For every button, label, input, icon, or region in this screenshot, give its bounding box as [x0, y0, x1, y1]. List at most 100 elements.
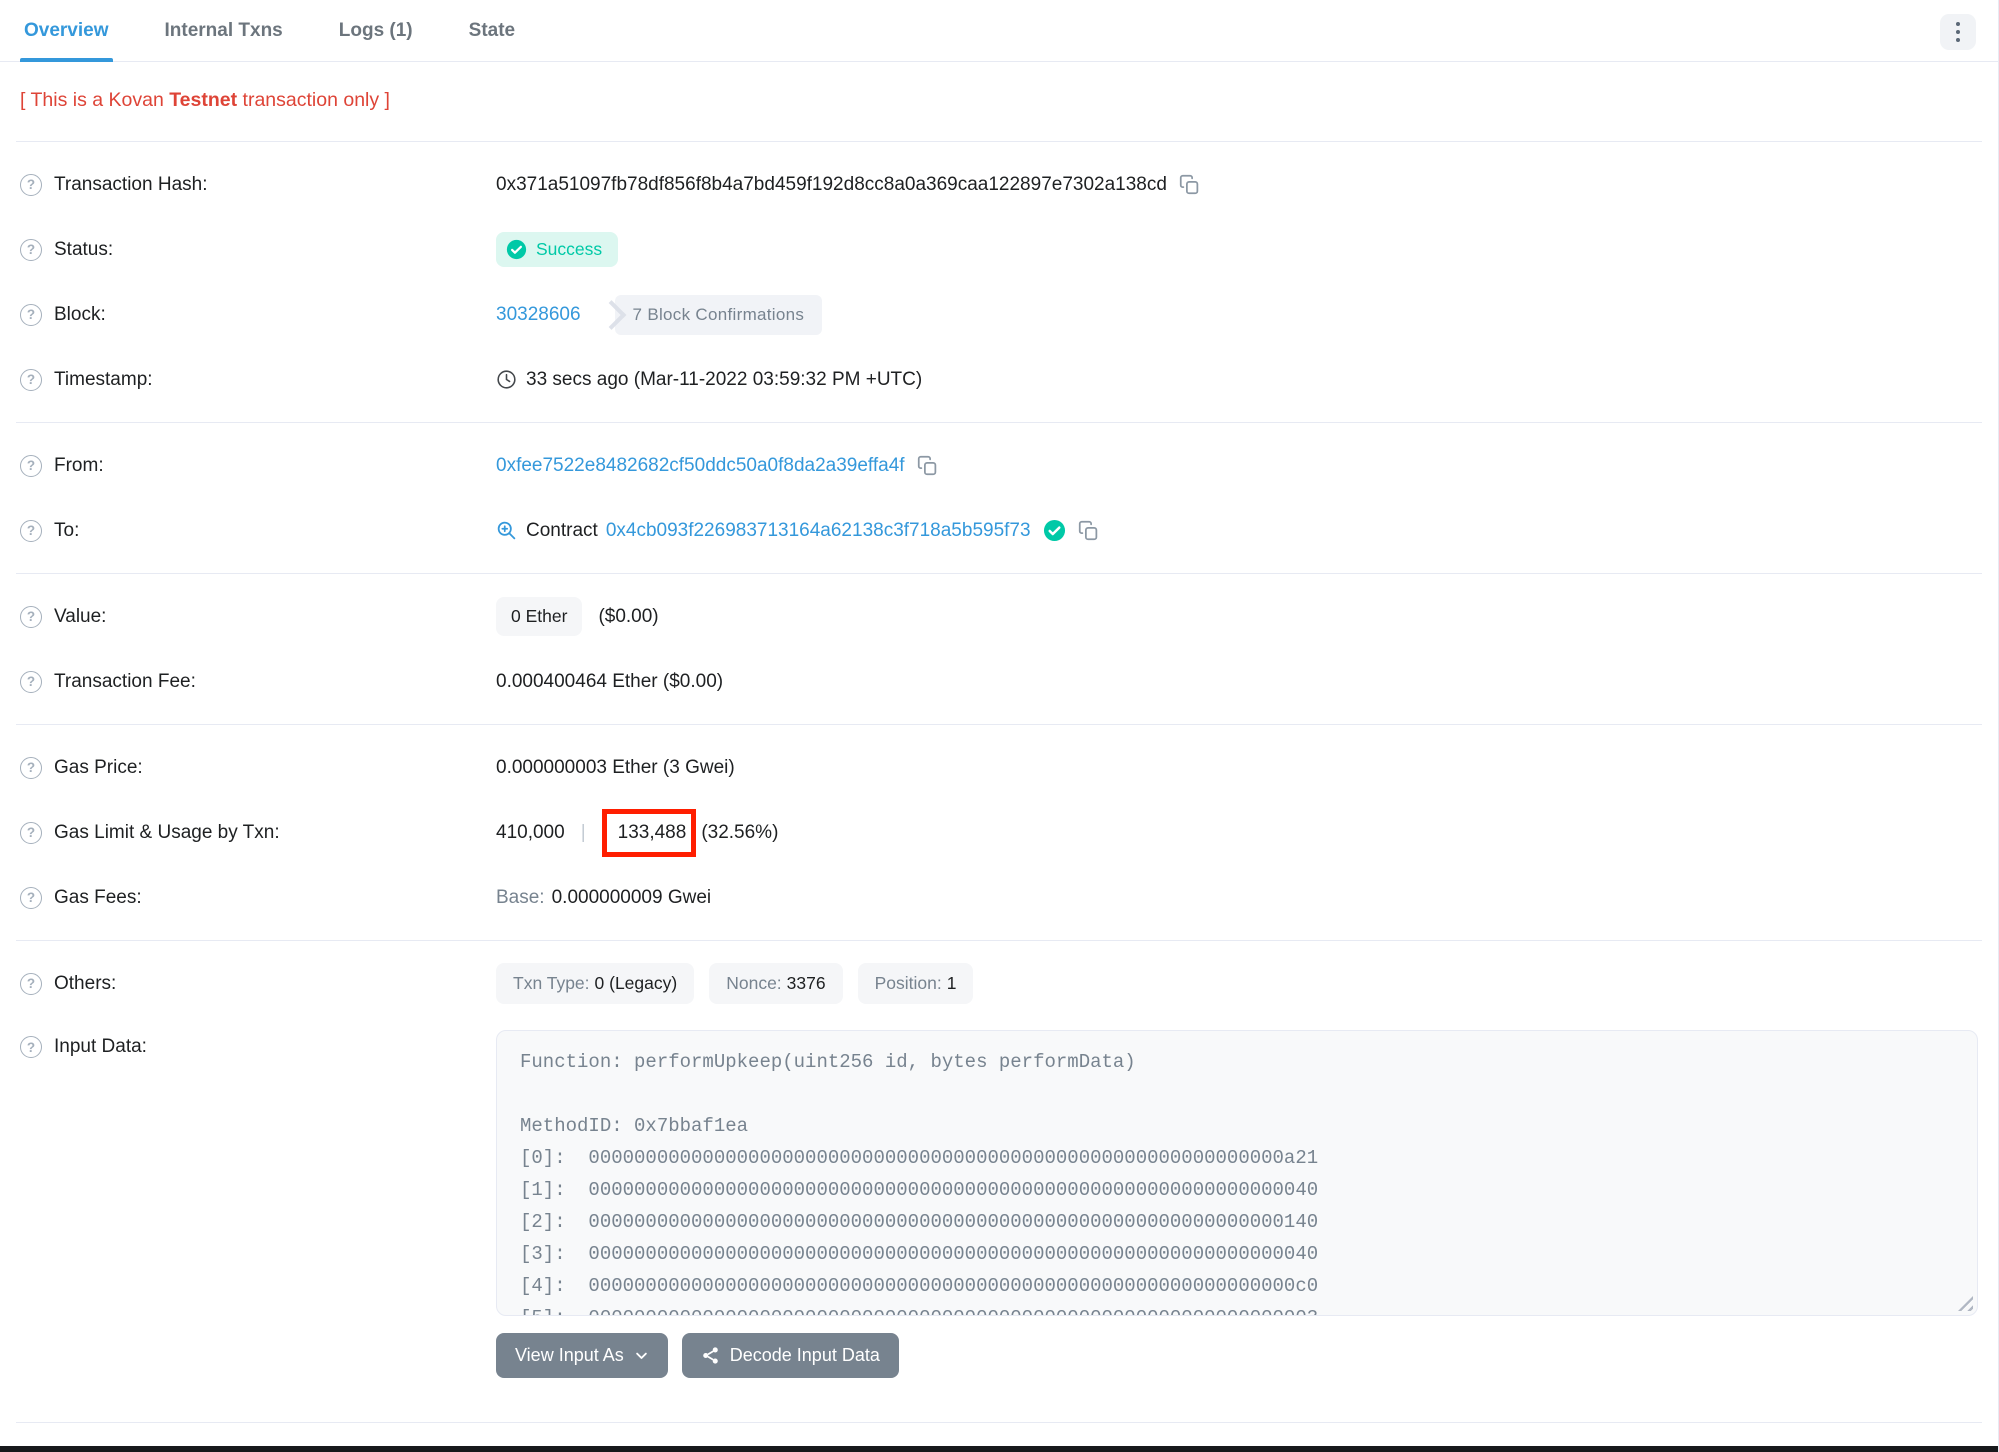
- help-icon[interactable]: ?: [20, 454, 42, 477]
- gas-limit-value: 410,000: [496, 821, 565, 843]
- tab-bar: Overview Internal Txns Logs (1) State: [0, 0, 1998, 62]
- label-text: Status:: [54, 238, 114, 260]
- block-confirmations-badge: 7 Block Confirmations: [614, 294, 823, 335]
- decode-icon: [702, 1347, 718, 1364]
- row-to: ? To: Contract 0x4cb093f226983713164a621…: [20, 498, 1978, 563]
- help-icon[interactable]: ?: [20, 756, 42, 779]
- status-badge: Success: [496, 232, 619, 267]
- view-input-as-button[interactable]: View Input As: [496, 1333, 668, 1378]
- row-block: ? Block: 30328606 7 Block Confirmations: [20, 282, 1978, 347]
- base-fee-value: 0.000000009 Gwei: [551, 886, 712, 908]
- transaction-hash-value: 0x371a51097fb78df856f8b4a7bd459f192d8cc8…: [496, 173, 1167, 195]
- notice-suffix: transaction only ]: [237, 89, 390, 111]
- input-data-actions: View Input As Decode Input Data: [496, 1333, 1978, 1378]
- tab-overview[interactable]: Overview: [20, 0, 113, 62]
- section-addresses: ? From: 0xfee7522e8482682cf50ddc50a0f8da…: [0, 423, 1998, 573]
- testnet-notice: [ This is a Kovan Testnet transaction on…: [0, 62, 1998, 141]
- transaction-detail-page: Overview Internal Txns Logs (1) State [ …: [0, 0, 1999, 1452]
- copy-icon: [1179, 174, 1199, 195]
- row-others: ? Others: Txn Type: 0 (Legacy) Nonce: 3376…: [20, 951, 1978, 1016]
- contract-verified-badge: [1043, 519, 1066, 542]
- from-address-link[interactable]: 0xfee7522e8482682cf50ddc50a0f8da2a39effa…: [496, 455, 905, 477]
- status-text: Success: [536, 239, 603, 259]
- copy-to-button[interactable]: [1078, 520, 1099, 541]
- footer-bar: [0, 1446, 1998, 1452]
- to-address-link[interactable]: 0x4cb093f226983713164a62138c3f718a5b595f…: [606, 520, 1031, 542]
- kebab-dot: [1955, 29, 1961, 35]
- row-value: ? Value: 0 Ether ($0.00): [20, 584, 1978, 649]
- row-transaction-hash: ? Transaction Hash: 0x371a51097fb78df856…: [20, 152, 1978, 217]
- label-text: Gas Price:: [54, 756, 143, 778]
- transaction-fee-label: ? Transaction Fee:: [20, 670, 496, 693]
- label-text: To:: [54, 519, 80, 541]
- help-icon[interactable]: ?: [20, 303, 42, 326]
- label-text: Value:: [54, 605, 107, 627]
- input-data-textarea[interactable]: Function: performUpkeep(uint256 id, byte…: [496, 1030, 1978, 1316]
- transaction-fee-value: 0.000400464 Ether ($0.00): [496, 670, 724, 692]
- row-timestamp: ? Timestamp: 33 secs ago (Mar-11-2022 03…: [20, 347, 1978, 412]
- timestamp-value: 33 secs ago (Mar-11-2022 03:59:32 PM +UT…: [526, 368, 923, 390]
- copy-from-button[interactable]: [917, 455, 938, 476]
- label-text: Gas Fees:: [54, 886, 142, 908]
- gas-used-percent: (32.56%): [701, 821, 779, 843]
- help-icon[interactable]: ?: [20, 886, 42, 909]
- annotation-box: 133,488: [601, 808, 697, 857]
- help-icon[interactable]: ?: [20, 821, 42, 844]
- block-label: ? Block:: [20, 303, 496, 326]
- position-badge: Position: 1: [857, 963, 974, 1004]
- divider: [16, 1422, 1982, 1423]
- gas-fees-label: ? Gas Fees:: [20, 886, 496, 909]
- row-gas-limit-usage: ? Gas Limit & Usage by Txn: 410,000 | 13…: [20, 800, 1978, 865]
- row-from: ? From: 0xfee7522e8482682cf50ddc50a0f8da…: [20, 433, 1978, 498]
- row-status: ? Status: Success: [20, 217, 1978, 282]
- chevron-down-icon: [635, 1352, 647, 1359]
- help-icon[interactable]: ?: [20, 1036, 42, 1058]
- notice-bold: Testnet: [169, 89, 238, 111]
- badge-value: 1: [946, 973, 957, 993]
- help-icon[interactable]: ?: [20, 972, 42, 995]
- gas-price-value: 0.000000003 Ether (3 Gwei): [496, 756, 735, 778]
- input-data-content: Function: performUpkeep(uint256 id, byte…: [520, 1051, 1319, 1315]
- more-options-button[interactable]: [1940, 14, 1976, 50]
- help-icon[interactable]: ?: [20, 670, 42, 693]
- help-icon[interactable]: ?: [20, 519, 42, 542]
- decode-input-data-button[interactable]: Decode Input Data: [681, 1333, 899, 1378]
- badge-value: 3376: [786, 973, 826, 993]
- label-text: Block:: [54, 303, 106, 325]
- section-overview-top: ? Transaction Hash: 0x371a51097fb78df856…: [0, 142, 1998, 422]
- copy-hash-button[interactable]: [1179, 174, 1200, 195]
- badge-value: 0 (Legacy): [594, 973, 678, 993]
- label-text: Input Data:: [54, 1036, 147, 1057]
- verified-check-icon: [1043, 519, 1065, 542]
- tab-internal-txns[interactable]: Internal Txns: [161, 0, 287, 61]
- tab-state[interactable]: State: [465, 0, 519, 61]
- to-label: ? To:: [20, 519, 496, 542]
- section-others-input: ? Others: Txn Type: 0 (Legacy) Nonce: 3376…: [0, 941, 1998, 1392]
- label-text: Transaction Hash:: [54, 173, 208, 195]
- gas-price-label: ? Gas Price:: [20, 756, 496, 779]
- label-text: Transaction Fee:: [54, 670, 196, 692]
- input-data-label: ? Input Data:: [20, 1030, 496, 1058]
- row-input-data: ? Input Data: Function: performUpkeep(ui…: [20, 1016, 1978, 1316]
- button-label: Decode Input Data: [729, 1345, 880, 1365]
- zoom-in-icon[interactable]: [496, 520, 517, 541]
- help-icon[interactable]: ?: [20, 173, 42, 196]
- ether-value-badge: 0 Ether: [496, 597, 583, 636]
- badge-label: Position:: [874, 973, 942, 993]
- clock-icon: [497, 370, 516, 389]
- value-label: ? Value:: [20, 605, 496, 628]
- help-icon[interactable]: ?: [20, 605, 42, 628]
- copy-icon: [1078, 520, 1097, 541]
- badge-label: Txn Type:: [513, 973, 590, 993]
- gas-used-value: 133,488: [617, 821, 687, 843]
- button-label: View Input As: [515, 1345, 624, 1365]
- resize-grip[interactable]: [1958, 1296, 1973, 1311]
- transaction-hash-label: ? Transaction Hash:: [20, 173, 496, 196]
- tab-logs[interactable]: Logs (1): [335, 0, 417, 61]
- help-icon[interactable]: ?: [20, 238, 42, 261]
- help-icon[interactable]: ?: [20, 368, 42, 391]
- status-label: ? Status:: [20, 238, 496, 261]
- block-number-link[interactable]: 30328606: [496, 304, 581, 326]
- notice-prefix: [ This is a Kovan: [20, 89, 170, 111]
- section-gas: ? Gas Price: 0.000000003 Ether (3 Gwei) …: [0, 725, 1998, 940]
